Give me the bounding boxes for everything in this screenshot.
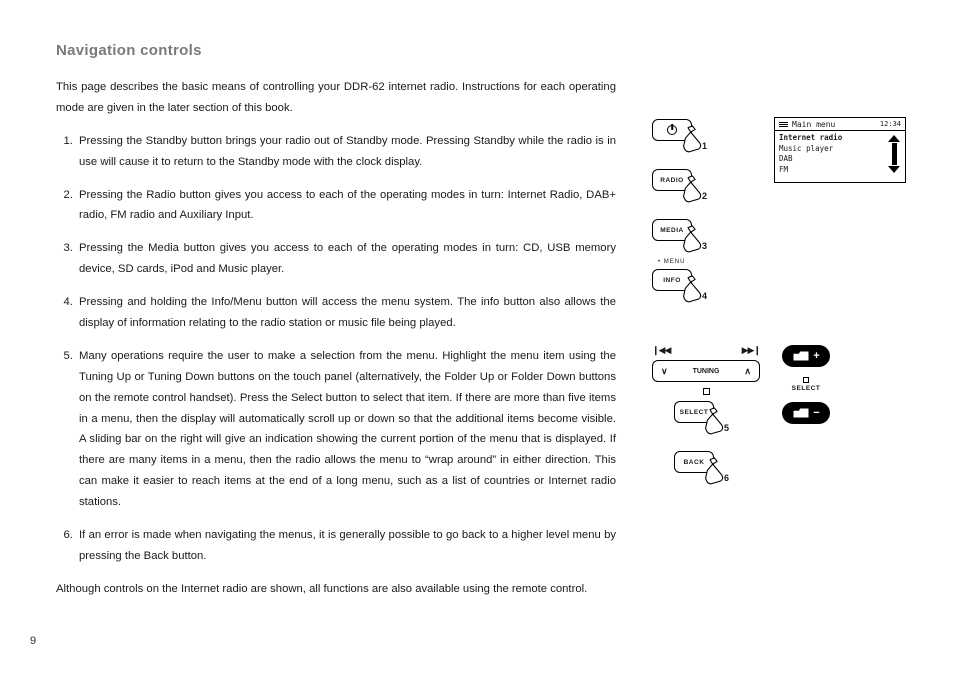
figure-number: 4 [702, 291, 707, 301]
skip-next-icon: ▶▶❙ [742, 345, 760, 356]
figure-number: 3 [702, 241, 707, 251]
tuning-up-icon: ∧ [744, 366, 751, 377]
figure-number: 2 [702, 191, 707, 201]
power-icon [667, 125, 677, 135]
tuning-label: TUNING [693, 368, 720, 375]
hand-icon [678, 175, 714, 207]
lcd-item: FM [779, 165, 901, 176]
info-button-figure: • MENU INFO 4 [652, 269, 716, 303]
lcd-scroll-indicator [888, 135, 900, 173]
outro-paragraph: Although controls on the Internet radio … [56, 579, 616, 600]
instruction-item: Pressing the Radio button gives you acce… [76, 185, 616, 227]
standby-button-figure: 1 [652, 119, 716, 153]
skip-prev-icon: ❙◀◀ [652, 345, 670, 356]
folder-down-button: − [782, 402, 830, 424]
lcd-item: Music player [779, 144, 901, 155]
radio-button-figure: RADIO 2 [652, 169, 716, 203]
lcd-main-menu: Main menu 12:34 Internet radio Music pla… [774, 117, 906, 183]
lcd-item: DAB [779, 154, 901, 165]
hand-icon [678, 225, 714, 257]
page-number: 9 [30, 635, 36, 647]
instruction-item: Pressing the Standby button brings your … [76, 131, 616, 173]
folder-up-button: + [782, 345, 830, 367]
instruction-item: Pressing the Media button gives you acce… [76, 238, 616, 280]
instruction-item: Many operations require the user to make… [76, 346, 616, 513]
tuning-down-icon: ∨ [661, 366, 668, 377]
folder-icon [792, 407, 810, 419]
figure-number: 6 [724, 473, 729, 483]
figure-number: 5 [724, 423, 729, 433]
back-button-figure: BACK 6 [674, 451, 738, 485]
folder-icon [792, 350, 810, 362]
menu-sublabel: • MENU [658, 259, 685, 265]
folder-select-figure: + SELECT − [782, 345, 830, 424]
intro-paragraph: This page describes the basic means of c… [56, 77, 616, 119]
stop-icon [703, 388, 710, 395]
menu-icon [779, 121, 788, 128]
figure-number: 1 [702, 141, 707, 151]
select-button-figure: SELECT 5 [674, 401, 738, 435]
lcd-title: Main menu [792, 120, 876, 129]
hand-icon [700, 457, 736, 489]
plus-icon: + [813, 351, 819, 362]
hand-icon [700, 407, 736, 439]
hand-icon [678, 125, 714, 157]
instruction-list: Pressing the Standby button brings your … [56, 131, 616, 567]
select-label: SELECT [792, 385, 821, 392]
tuning-bar: ∨ TUNING ∧ [652, 360, 760, 382]
lcd-time: 12:34 [880, 120, 901, 128]
body-text: This page describes the basic means of c… [56, 77, 616, 612]
hand-icon [678, 275, 714, 307]
figure-column: Main menu 12:34 Internet radio Music pla… [646, 77, 906, 612]
lcd-item-selected: Internet radio [779, 133, 901, 144]
section-title: Navigation controls [56, 42, 906, 59]
media-button-figure: MEDIA 3 [652, 219, 716, 253]
minus-icon: − [813, 408, 819, 419]
instruction-item: Pressing and holding the Info/Menu butto… [76, 292, 616, 334]
stop-icon [803, 377, 809, 383]
instruction-item: If an error is made when navigating the … [76, 525, 616, 567]
tuning-figure: ❙◀◀ ▶▶❙ ∨ TUNING ∧ SELECT 5 BACK 6 [646, 345, 766, 485]
